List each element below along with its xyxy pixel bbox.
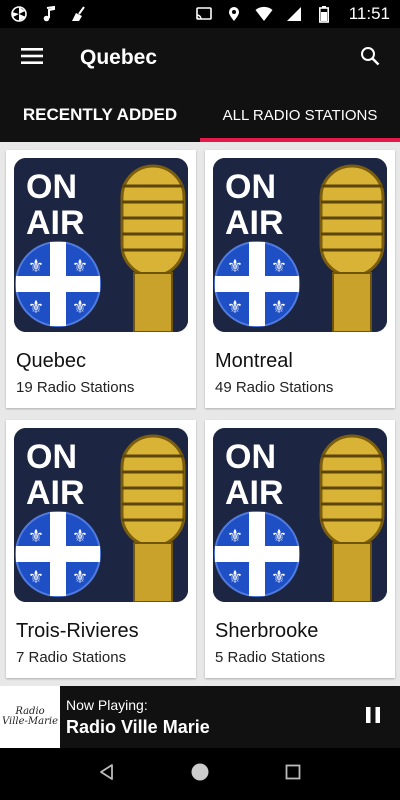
- svg-text:⚜: ⚜: [28, 297, 44, 317]
- svg-text:⚜: ⚜: [271, 526, 287, 546]
- svg-text:⚜: ⚜: [28, 256, 44, 276]
- svg-text:⚜: ⚜: [28, 526, 44, 546]
- quebec-flag-icon: ⚜ ⚜ ⚜ ⚜: [15, 511, 101, 597]
- art-text-air: AIR: [26, 474, 85, 512]
- station-grid: ON AIR ⚜ ⚜ ⚜ ⚜ Quebec 19 Radio Stations …: [0, 142, 400, 686]
- battery-icon: [315, 5, 333, 23]
- status-time: 11:51: [348, 4, 390, 23]
- tab-recently-added[interactable]: RECENTLY ADDED: [0, 88, 200, 142]
- recents-button[interactable]: [273, 754, 313, 794]
- card-title: Quebec: [16, 350, 87, 372]
- back-button[interactable]: [87, 754, 127, 794]
- station-card-montreal[interactable]: ON AIR ⚜ ⚜ ⚜ ⚜ Montreal 49 Radio Station…: [205, 150, 395, 408]
- card-subtitle: 49 Radio Stations: [215, 379, 334, 396]
- now-playing-label: Now Playing:: [66, 696, 148, 713]
- svg-text:⚜: ⚜: [227, 567, 243, 587]
- status-left: [10, 5, 88, 23]
- quebec-flag-icon: ⚜ ⚜ ⚜ ⚜: [15, 241, 101, 327]
- art-text-air: AIR: [26, 204, 85, 242]
- tab-label: ALL RADIO STATIONS: [222, 106, 378, 124]
- wifi-icon: [255, 5, 273, 23]
- card-subtitle: 19 Radio Stations: [16, 379, 135, 396]
- on-air-artwork: ON AIR ⚜ ⚜ ⚜ ⚜: [14, 428, 188, 602]
- pause-icon: [365, 706, 381, 729]
- home-button[interactable]: [180, 754, 220, 794]
- now-playing-bar[interactable]: Radio Ville-Marie Now Playing: Radio Vil…: [0, 686, 400, 748]
- svg-text:⚜: ⚜: [72, 256, 88, 276]
- art-text-on: ON: [26, 168, 77, 206]
- svg-text:⚜: ⚜: [271, 256, 287, 276]
- svg-text:⚜: ⚜: [227, 256, 243, 276]
- on-air-artwork: ON AIR ⚜ ⚜ ⚜ ⚜: [213, 428, 387, 602]
- menu-button[interactable]: [0, 28, 64, 88]
- home-icon: [190, 762, 210, 787]
- app-bar: Quebec: [0, 28, 400, 88]
- svg-text:⚜: ⚜: [28, 567, 44, 587]
- location-icon: [225, 5, 243, 23]
- on-air-artwork: ON AIR ⚜ ⚜ ⚜ ⚜: [213, 158, 387, 332]
- search-button[interactable]: [340, 28, 400, 88]
- svg-text:⚜: ⚜: [72, 297, 88, 317]
- pinwheel-icon: [10, 5, 28, 23]
- app-screen: 11:51 Quebec RECENTLY ADDED ALL RADIO ST…: [0, 0, 400, 800]
- status-right: 11:51: [195, 4, 390, 24]
- station-card-sherbrooke[interactable]: ON AIR ⚜ ⚜ ⚜ ⚜ Sherbrooke 5 Radio Statio…: [205, 420, 395, 678]
- art-text-air: AIR: [225, 474, 284, 512]
- svg-text:⚜: ⚜: [72, 567, 88, 587]
- card-title: Sherbrooke: [215, 620, 319, 642]
- svg-text:⚜: ⚜: [227, 297, 243, 317]
- station-logo: Radio Ville-Marie: [0, 686, 60, 748]
- broom-icon: [70, 5, 88, 23]
- art-text-air: AIR: [225, 204, 284, 242]
- hamburger-menu-icon: [21, 47, 43, 70]
- art-text-on: ON: [225, 168, 276, 206]
- recents-icon: [285, 764, 301, 785]
- card-title: Trois-Rivieres: [16, 620, 139, 642]
- now-playing-station: Radio Ville Marie: [66, 716, 210, 737]
- station-card-quebec[interactable]: ON AIR ⚜ ⚜ ⚜ ⚜ Quebec 19 Radio Stations: [6, 150, 196, 408]
- music-note-icon: [40, 5, 58, 23]
- svg-text:⚜: ⚜: [72, 526, 88, 546]
- quebec-flag-icon: ⚜ ⚜ ⚜ ⚜: [214, 241, 300, 327]
- svg-text:⚜: ⚜: [227, 526, 243, 546]
- status-bar: 11:51: [0, 0, 400, 28]
- card-subtitle: 7 Radio Stations: [16, 649, 127, 666]
- art-text-on: ON: [26, 438, 77, 476]
- logo-line-2: Ville-Marie: [1, 716, 59, 727]
- art-text-on: ON: [225, 438, 276, 476]
- tab-all-radio-stations[interactable]: ALL RADIO STATIONS: [200, 88, 400, 142]
- station-card-trois-rivieres[interactable]: ON AIR ⚜ ⚜ ⚜ ⚜ Trois-Rivieres 7 Radio St…: [6, 420, 196, 678]
- card-title: Montreal: [215, 350, 293, 372]
- svg-text:⚜: ⚜: [271, 567, 287, 587]
- now-playing-info: Now Playing: Radio Ville Marie: [66, 697, 346, 738]
- cast-icon: [195, 5, 213, 23]
- tab-bar: RECENTLY ADDED ALL RADIO STATIONS: [0, 88, 400, 142]
- svg-text:⚜: ⚜: [271, 297, 287, 317]
- signal-icon: [285, 5, 303, 23]
- search-icon: [360, 46, 380, 71]
- card-subtitle: 5 Radio Stations: [215, 649, 326, 666]
- tab-label: RECENTLY ADDED: [22, 105, 178, 124]
- back-icon: [98, 763, 116, 786]
- page-title: Quebec: [80, 46, 158, 69]
- system-nav-bar: [0, 748, 400, 800]
- pause-button[interactable]: [346, 686, 400, 748]
- quebec-flag-icon: ⚜ ⚜ ⚜ ⚜: [214, 511, 300, 597]
- on-air-artwork: ON AIR ⚜ ⚜ ⚜ ⚜: [14, 158, 188, 332]
